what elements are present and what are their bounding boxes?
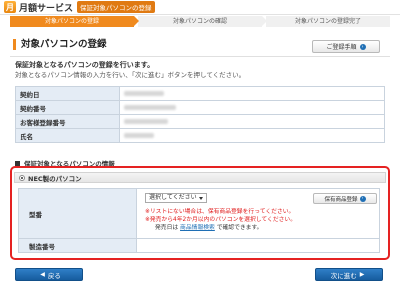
table-row: 契約番号 xyxy=(15,100,385,115)
step-2: 対象パソコンの確認 xyxy=(138,16,267,27)
nec-option-label: NEC製のパソコン xyxy=(28,174,82,183)
table-row: 氏名 xyxy=(15,128,385,143)
table-row: お客様登録番号 xyxy=(15,114,385,129)
registered-products-label: 保有商品登録 xyxy=(324,196,358,203)
back-button-label: 戻る xyxy=(47,271,61,280)
model-select-value: 選択してください xyxy=(149,194,197,201)
model-number-cell: 選択してください 保有商品登録 › ※リストにない場合は、保有商品登録を行ってく… xyxy=(136,188,380,239)
app-subtitle-badge: 保証対象パソコンの登録 xyxy=(77,1,155,13)
chevron-right-icon: › xyxy=(359,43,366,50)
redacted-value xyxy=(124,105,176,110)
contract-date-label: 契約日 xyxy=(15,86,120,101)
service-logo-icon: 月 xyxy=(4,1,16,13)
square-bullet-icon xyxy=(15,160,20,166)
serial-number-label: 製造番号 xyxy=(18,238,137,253)
table-row: 契約日 xyxy=(15,86,385,101)
title-divider xyxy=(10,56,390,57)
contract-info-table: 契約日 契約番号 お客様登録番号 氏名 xyxy=(15,86,385,143)
registered-products-button[interactable]: 保有商品登録 › xyxy=(313,193,377,204)
redacted-value xyxy=(124,119,168,124)
model-number-label: 型番 xyxy=(18,188,137,239)
next-button-label: 次に進む xyxy=(330,271,357,280)
step-3-label: 対象パソコンの登録完了 xyxy=(294,18,361,25)
pc-info-table: 型番 選択してください 保有商品登録 › ※リストにない場合は、保有商品登録を行… xyxy=(18,188,380,253)
name-label: 氏名 xyxy=(15,128,120,143)
contract-number-label: 契約番号 xyxy=(15,100,120,115)
contract-date-value xyxy=(119,86,385,101)
next-button[interactable]: 次に進む ▶ xyxy=(315,268,383,281)
step-arrow-icon xyxy=(262,16,267,26)
table-row: 製造番号 xyxy=(18,238,380,253)
nec-pc-option[interactable]: NEC製のパソコン xyxy=(14,172,386,183)
note-release-date: 発売日は 商品情報検索 で確認できます。 xyxy=(155,222,262,231)
chevron-right-icon: › xyxy=(359,195,366,202)
chevron-right-icon: ▶ xyxy=(359,271,365,278)
step-1: 対象パソコンの登録 xyxy=(10,16,139,27)
name-value xyxy=(119,128,385,143)
app-header: 月 月額サービス 保証対象パソコンの登録 xyxy=(0,0,400,15)
note-release-date-suffix: で確認できます。 xyxy=(216,225,263,231)
back-button[interactable]: ◀ 戻る xyxy=(15,268,83,281)
serial-number-cell xyxy=(136,238,380,253)
step-3: 対象パソコンの登録完了 xyxy=(266,16,390,27)
registration-guide-button[interactable]: ご登録手順 › xyxy=(312,40,380,53)
product-search-link[interactable]: 商品情報検索 xyxy=(180,225,215,231)
step-1-label: 対象パソコンの登録 xyxy=(44,18,99,25)
contract-number-value xyxy=(119,100,385,115)
table-row: 型番 選択してください 保有商品登録 › ※リストにない場合は、保有商品登録を行… xyxy=(18,188,380,239)
chevron-down-icon xyxy=(199,197,203,200)
page-title: 対象パソコンの登録 xyxy=(13,39,107,50)
app-title: 月額サービス xyxy=(19,3,74,14)
nec-radio-button[interactable] xyxy=(19,174,25,181)
redacted-value xyxy=(124,133,154,138)
customer-number-value xyxy=(119,114,385,129)
intro-text: 対象となるパソコン情報の入力を行い、「次に進む」ボタンを押してください。 xyxy=(15,71,246,79)
step-arrow-icon xyxy=(134,16,139,26)
chevron-left-icon: ◀ xyxy=(40,271,45,278)
customer-number-label: お客様登録番号 xyxy=(15,114,120,129)
redacted-value xyxy=(124,91,164,96)
note-release-date-prefix: 発売日は xyxy=(155,225,179,231)
guide-button-label: ご登録手順 xyxy=(326,44,357,51)
step-progress-bar: 対象パソコンの登録 対象パソコンの確認 対象パソコンの登録完了 xyxy=(10,16,390,27)
step-2-label: 対象パソコンの確認 xyxy=(172,18,227,25)
model-select[interactable]: 選択してください xyxy=(145,193,207,203)
